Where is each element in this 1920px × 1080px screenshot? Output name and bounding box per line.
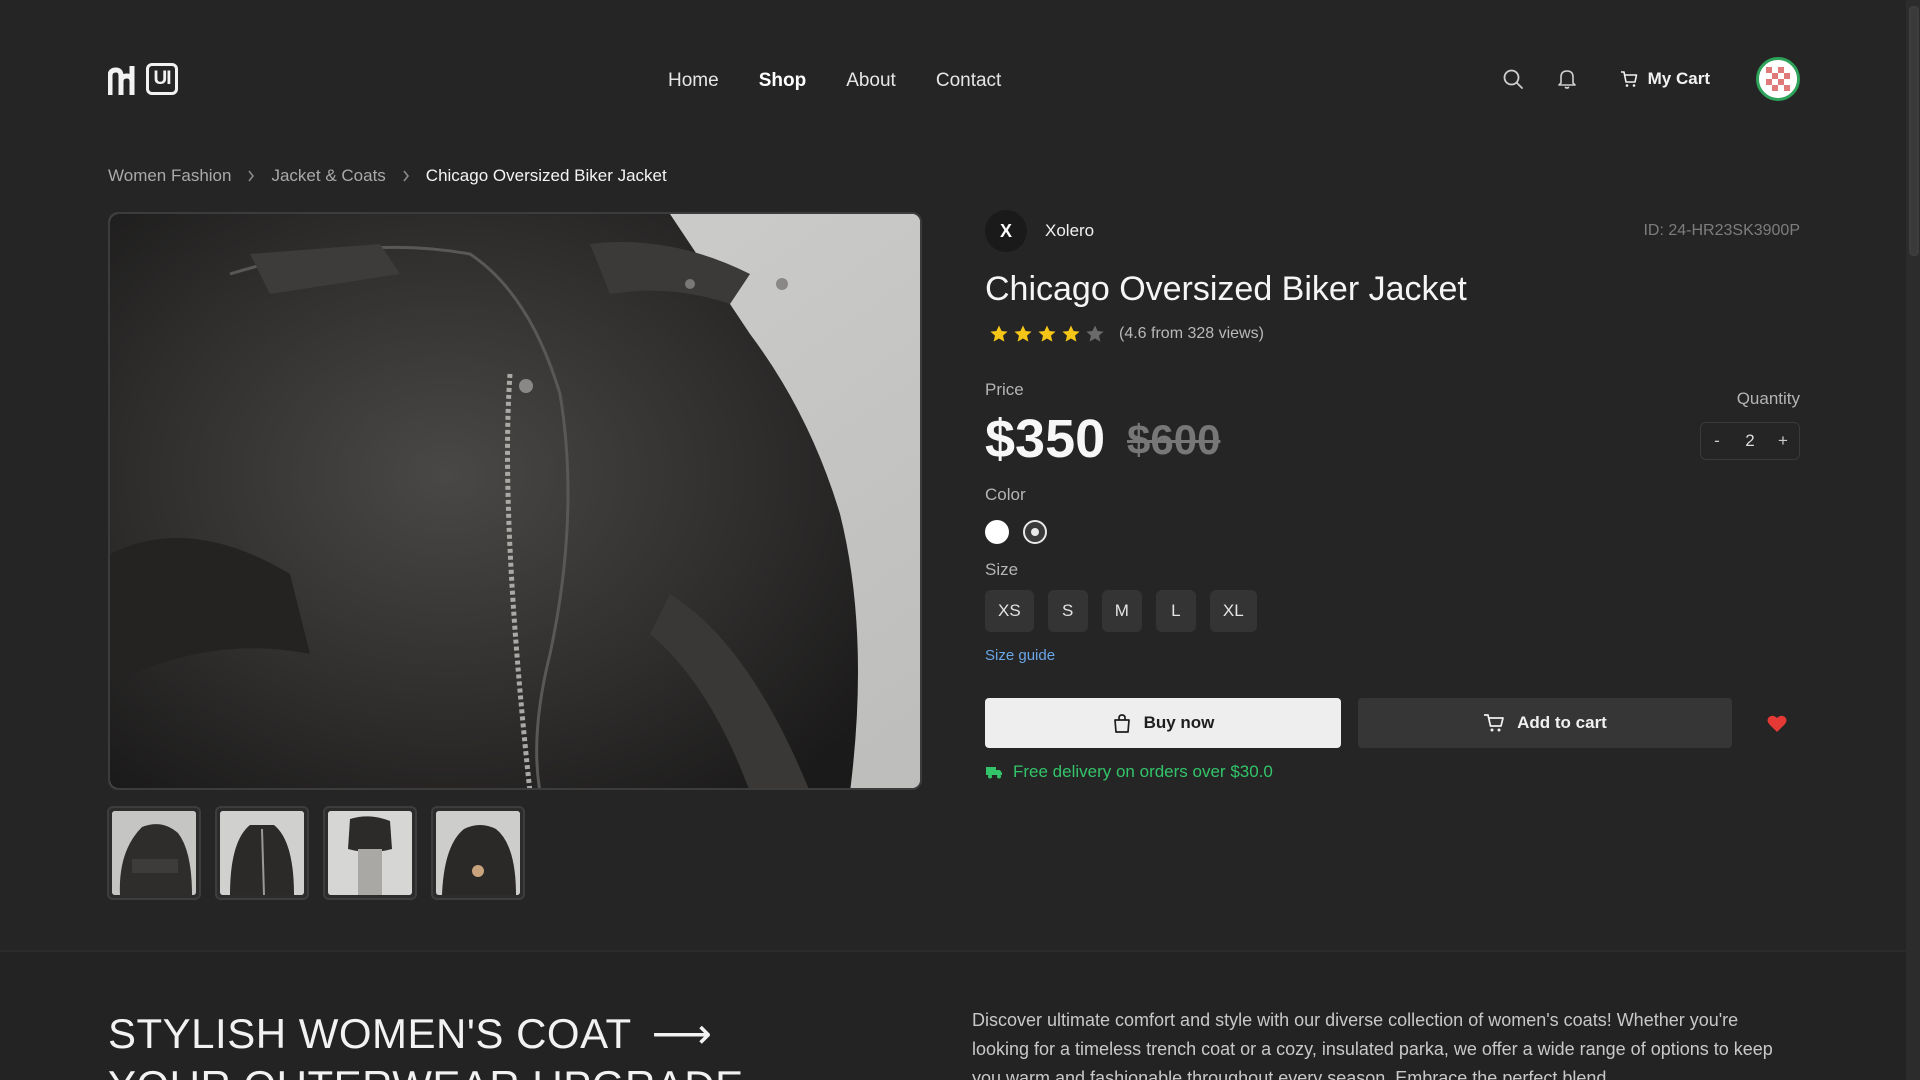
brand[interactable]: X Xolero (985, 210, 1094, 252)
breadcrumb-current: Chicago Oversized Biker Jacket (425, 166, 667, 185)
star-icon (990, 325, 1008, 342)
product-rating: (4.6 from 328 views) (989, 324, 1264, 344)
color-label: Color (985, 485, 1026, 504)
quantity-value[interactable]: 2 (1745, 431, 1754, 451)
current-price: $350 (985, 409, 1106, 469)
color-swatch-dark[interactable] (1023, 520, 1047, 544)
add-to-cart-button[interactable]: Add to cart (1358, 698, 1732, 748)
main-nav: Home Shop About Contact (668, 70, 1001, 92)
breadcrumb-item[interactable]: Women Fashion (108, 166, 231, 186)
shopping-bag-icon (1113, 714, 1130, 733)
product-title: Chicago Oversized Biker Jacket (985, 270, 1467, 308)
size-options: XS S M L XL (985, 590, 1257, 632)
delivery-note: Free delivery on orders over $30.0 (985, 762, 1273, 782)
logo-text: UI (146, 63, 178, 95)
promo-headline-line2: YOUR OUTERWEAR UPGRADE (108, 1062, 744, 1080)
size-guide-link[interactable]: Size guide (985, 647, 1055, 664)
breadcrumb: Women Fashion Jacket & Coats Chicago Ove… (108, 166, 667, 186)
brand-name: Xolero (1045, 221, 1095, 240)
scrollbar-thumb[interactable] (1909, 6, 1919, 256)
heart-icon[interactable] (1766, 713, 1788, 735)
breadcrumb-item[interactable]: Jacket & Coats (271, 166, 385, 186)
star-icon (1038, 325, 1056, 342)
thumbnail[interactable] (323, 806, 417, 900)
nav-shop[interactable]: Shop (759, 70, 807, 92)
product-info: X Xolero ID: 24-HR23SK3900P Chicago Over… (985, 210, 1800, 790)
thumbnail-strip (107, 806, 525, 900)
size-option[interactable]: XS (985, 590, 1034, 632)
rating-text: (4.6 from 328 views) (1119, 325, 1264, 342)
buy-now-button[interactable]: Buy now (985, 698, 1341, 748)
arrow-right-icon: ⟶ (651, 1010, 713, 1057)
nav-home[interactable]: Home (668, 70, 719, 92)
site-logo[interactable]: UI (108, 62, 178, 96)
logo-mark-icon (108, 66, 135, 95)
chevron-right-icon (402, 170, 410, 182)
thumbnail[interactable] (431, 806, 525, 900)
product-main-image[interactable] (108, 212, 922, 790)
size-option[interactable]: XL (1209, 590, 1257, 632)
promo-headline: STYLISH WOMEN'S COAT ⟶ YOUR OUTERWEAR UPG… (108, 1008, 744, 1080)
top-header: UI Home Shop About Contact My Cart (108, 56, 1800, 106)
user-avatar[interactable] (1756, 57, 1800, 101)
thumbnail[interactable] (215, 806, 309, 900)
star-icon (1062, 325, 1080, 342)
quantity-decrease-button[interactable]: - (1709, 431, 1725, 451)
size-option[interactable]: S (1047, 590, 1088, 632)
size-option[interactable]: M (1101, 590, 1142, 632)
promo-description: Discover ultimate comfort and style with… (972, 1010, 1773, 1080)
price-label: Price (985, 380, 1024, 399)
header-actions: My Cart (1500, 56, 1800, 102)
bell-icon[interactable] (1554, 66, 1580, 92)
promo-headline-line1: STYLISH WOMEN'S COAT (108, 1010, 632, 1057)
cart-icon (1620, 71, 1637, 87)
page-scrollbar[interactable] (1906, 0, 1920, 1080)
quantity-increase-button[interactable]: + (1775, 431, 1791, 451)
size-option[interactable]: L (1155, 590, 1196, 632)
thumbnail[interactable] (107, 806, 201, 900)
size-label: Size (985, 560, 1019, 579)
chevron-right-icon (247, 170, 255, 182)
my-cart-label: My Cart (1647, 69, 1710, 88)
delivery-text: Free delivery on orders over $30.0 (1013, 762, 1273, 781)
nav-contact[interactable]: Contact (936, 70, 1001, 92)
original-price: $600 (1127, 416, 1221, 463)
color-options (985, 520, 1047, 544)
truck-icon (986, 767, 1002, 779)
quantity-stepper: - 2 + (1700, 422, 1800, 460)
star-icon (1014, 325, 1032, 342)
add-to-cart-label: Add to cart (1517, 713, 1607, 732)
cart-icon (1484, 714, 1504, 732)
buy-now-label: Buy now (1143, 713, 1215, 732)
search-icon[interactable] (1500, 66, 1526, 92)
star-empty-icon (1086, 325, 1104, 342)
quantity-label: Quantity (1736, 389, 1800, 408)
brand-logo: X (985, 210, 1027, 252)
product-id: ID: 24-HR23SK3900P (1643, 222, 1800, 239)
color-swatch-white[interactable] (985, 520, 1009, 544)
nav-about[interactable]: About (846, 70, 896, 92)
my-cart-link[interactable]: My Cart (1620, 69, 1710, 89)
